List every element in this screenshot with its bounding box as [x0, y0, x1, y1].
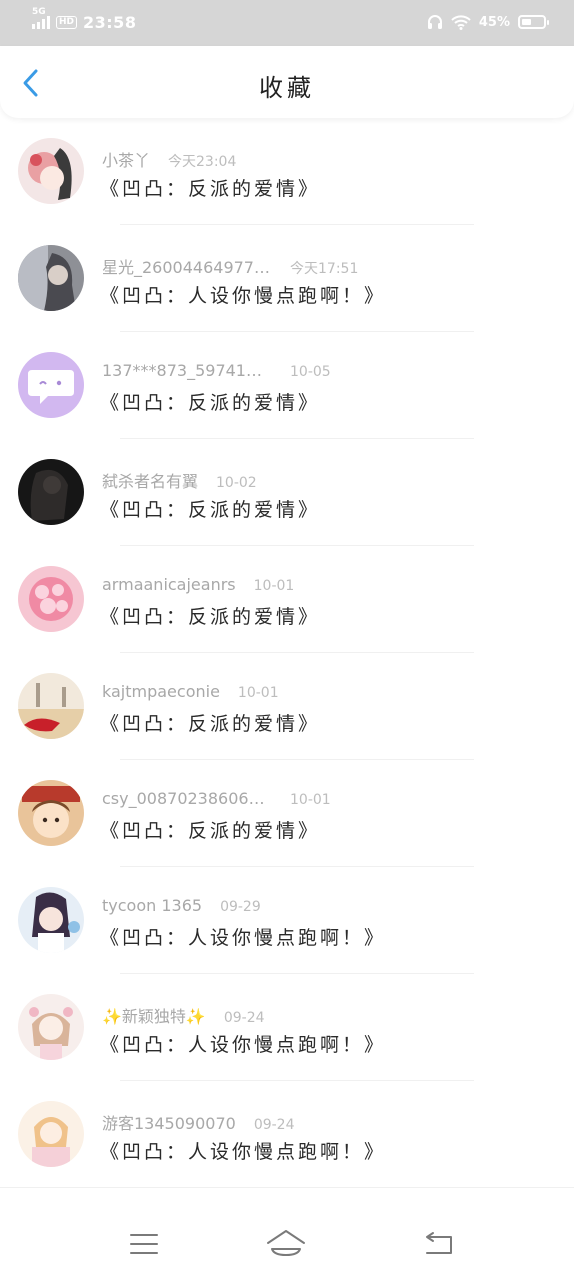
status-left: 5G HD 23:58	[32, 7, 137, 34]
user-name: csy_0087023860628259	[102, 789, 272, 808]
hd-badge: HD	[56, 15, 78, 29]
book-title[interactable]: 《凹凸：反派的爱情》	[100, 709, 320, 736]
item-meta: 小茶丫 今天23:04	[102, 147, 236, 171]
item-meta: tycoon 1365 09-29	[102, 896, 261, 915]
wifi-icon	[451, 15, 471, 30]
menu-button[interactable]	[124, 1226, 164, 1262]
menu-icon	[130, 1234, 158, 1254]
item-time: 10-01	[253, 578, 295, 594]
battery-percent: 45%	[478, 14, 510, 30]
avatar[interactable]	[18, 994, 84, 1060]
item-meta: armaanicajeanrs 10-01	[102, 575, 294, 594]
item-time: 09-24	[253, 1117, 295, 1133]
battery-icon	[518, 15, 549, 29]
avatar[interactable]	[18, 673, 84, 739]
user-name: tycoon 1365	[102, 896, 203, 915]
item-time: 10-01	[290, 792, 331, 808]
avatar[interactable]	[18, 887, 84, 953]
book-title[interactable]: 《凹凸：人设你慢点跑啊！》	[100, 1137, 386, 1164]
list-item[interactable]: csy_0087023860628259 10-01 《凹凸：反派的爱情》	[0, 760, 574, 867]
avatar[interactable]	[18, 352, 84, 418]
page-header: 收藏	[0, 46, 574, 118]
item-time: 10-05	[290, 364, 331, 380]
list-item[interactable]: kajtmpaeconie 10-01 《凹凸：反派的爱情》	[0, 653, 574, 760]
user-name: ✨新颖独特✨	[102, 1007, 206, 1026]
status-right: 45%	[427, 10, 549, 34]
favorites-list[interactable]: 小茶丫 今天23:04 《凹凸：反派的爱情》 星光_2600446497780……	[0, 118, 574, 1208]
avatar[interactable]	[18, 459, 84, 525]
item-meta: 游客1345090070 09-24	[102, 1110, 295, 1134]
item-time: 今天17:51	[290, 261, 359, 277]
avatar[interactable]	[18, 780, 84, 846]
signal-icon: 5G	[32, 7, 50, 29]
back-arrow-icon	[426, 1232, 452, 1254]
book-title[interactable]: 《凹凸：反派的爱情》	[100, 388, 320, 415]
item-meta: csy_0087023860628259 10-01	[102, 789, 331, 808]
item-meta: 137***873_5974161130 10-05	[102, 361, 331, 380]
item-meta: ✨新颖独特✨ 09-24	[102, 1003, 265, 1027]
book-title[interactable]: 《凹凸：人设你慢点跑啊！》	[100, 923, 386, 950]
book-title[interactable]: 《凹凸：反派的爱情》	[100, 174, 320, 201]
avatar[interactable]	[18, 566, 84, 632]
list-item[interactable]: tycoon 1365 09-29 《凹凸：人设你慢点跑啊！》	[0, 867, 574, 974]
item-time: 10-02	[216, 475, 257, 491]
system-nav-bar	[0, 1208, 574, 1280]
user-name: 弑杀者名有翼	[102, 472, 199, 491]
list-item[interactable]: 小茶丫 今天23:04 《凹凸：反派的爱情》	[0, 118, 574, 225]
list-item[interactable]: 弑杀者名有翼 10-02 《凹凸：反派的爱情》	[0, 439, 574, 546]
item-meta: kajtmpaeconie 10-01	[102, 682, 279, 701]
item-time: 10-01	[237, 685, 279, 701]
avatar[interactable]	[18, 1101, 84, 1167]
list-item[interactable]: 137***873_5974161130 10-05 《凹凸：反派的爱情》	[0, 332, 574, 439]
list-item[interactable]: 游客1345090070 09-24 《凹凸：人设你慢点跑啊！》	[0, 1081, 574, 1188]
list-item[interactable]: 星光_2600446497780… 今天17:51 《凹凸：人设你慢点跑啊！》	[0, 225, 574, 332]
headphones-icon	[427, 15, 442, 29]
item-time: 09-24	[223, 1010, 265, 1026]
list-item-partial[interactable]	[0, 1188, 574, 1208]
back-nav-button[interactable]	[418, 1226, 458, 1262]
item-meta: 星光_2600446497780… 今天17:51	[102, 254, 358, 278]
book-title[interactable]: 《凹凸：人设你慢点跑啊！》	[100, 1030, 386, 1057]
item-time: 今天23:04	[168, 154, 237, 170]
list-item[interactable]: ✨新颖独特✨ 09-24 《凹凸：人设你慢点跑啊！》	[0, 974, 574, 1081]
book-title[interactable]: 《凹凸：反派的爱情》	[100, 816, 320, 843]
book-title[interactable]: 《凹凸：反派的爱情》	[100, 602, 320, 629]
avatar[interactable]	[18, 138, 84, 204]
list-item[interactable]: armaanicajeanrs 10-01 《凹凸：反派的爱情》	[0, 546, 574, 653]
user-name: 137***873_5974161130	[102, 361, 272, 380]
item-meta: 弑杀者名有翼 10-02	[102, 468, 257, 492]
home-icon	[267, 1230, 305, 1256]
user-name: 游客1345090070	[102, 1114, 236, 1133]
user-name: 小茶丫	[102, 151, 151, 170]
screen: 5G HD 23:58 45% 收藏 小茶丫 今天23:04 《凹凸：反派的爱情…	[0, 0, 574, 1280]
user-name: kajtmpaeconie	[102, 682, 220, 701]
network-type: 5G	[32, 7, 46, 17]
avatar[interactable]	[18, 245, 84, 311]
status-bar: 5G HD 23:58 45%	[0, 0, 574, 46]
item-time: 09-29	[220, 899, 261, 915]
battery-fill	[522, 19, 531, 25]
page-title: 收藏	[259, 74, 315, 102]
user-name: 星光_2600446497780…	[102, 258, 272, 277]
user-name: armaanicajeanrs	[102, 575, 236, 594]
home-button[interactable]	[266, 1226, 306, 1262]
book-title[interactable]: 《凹凸：反派的爱情》	[100, 495, 320, 522]
status-time: 23:58	[83, 12, 137, 32]
book-title[interactable]: 《凹凸：人设你慢点跑啊！》	[100, 281, 386, 308]
